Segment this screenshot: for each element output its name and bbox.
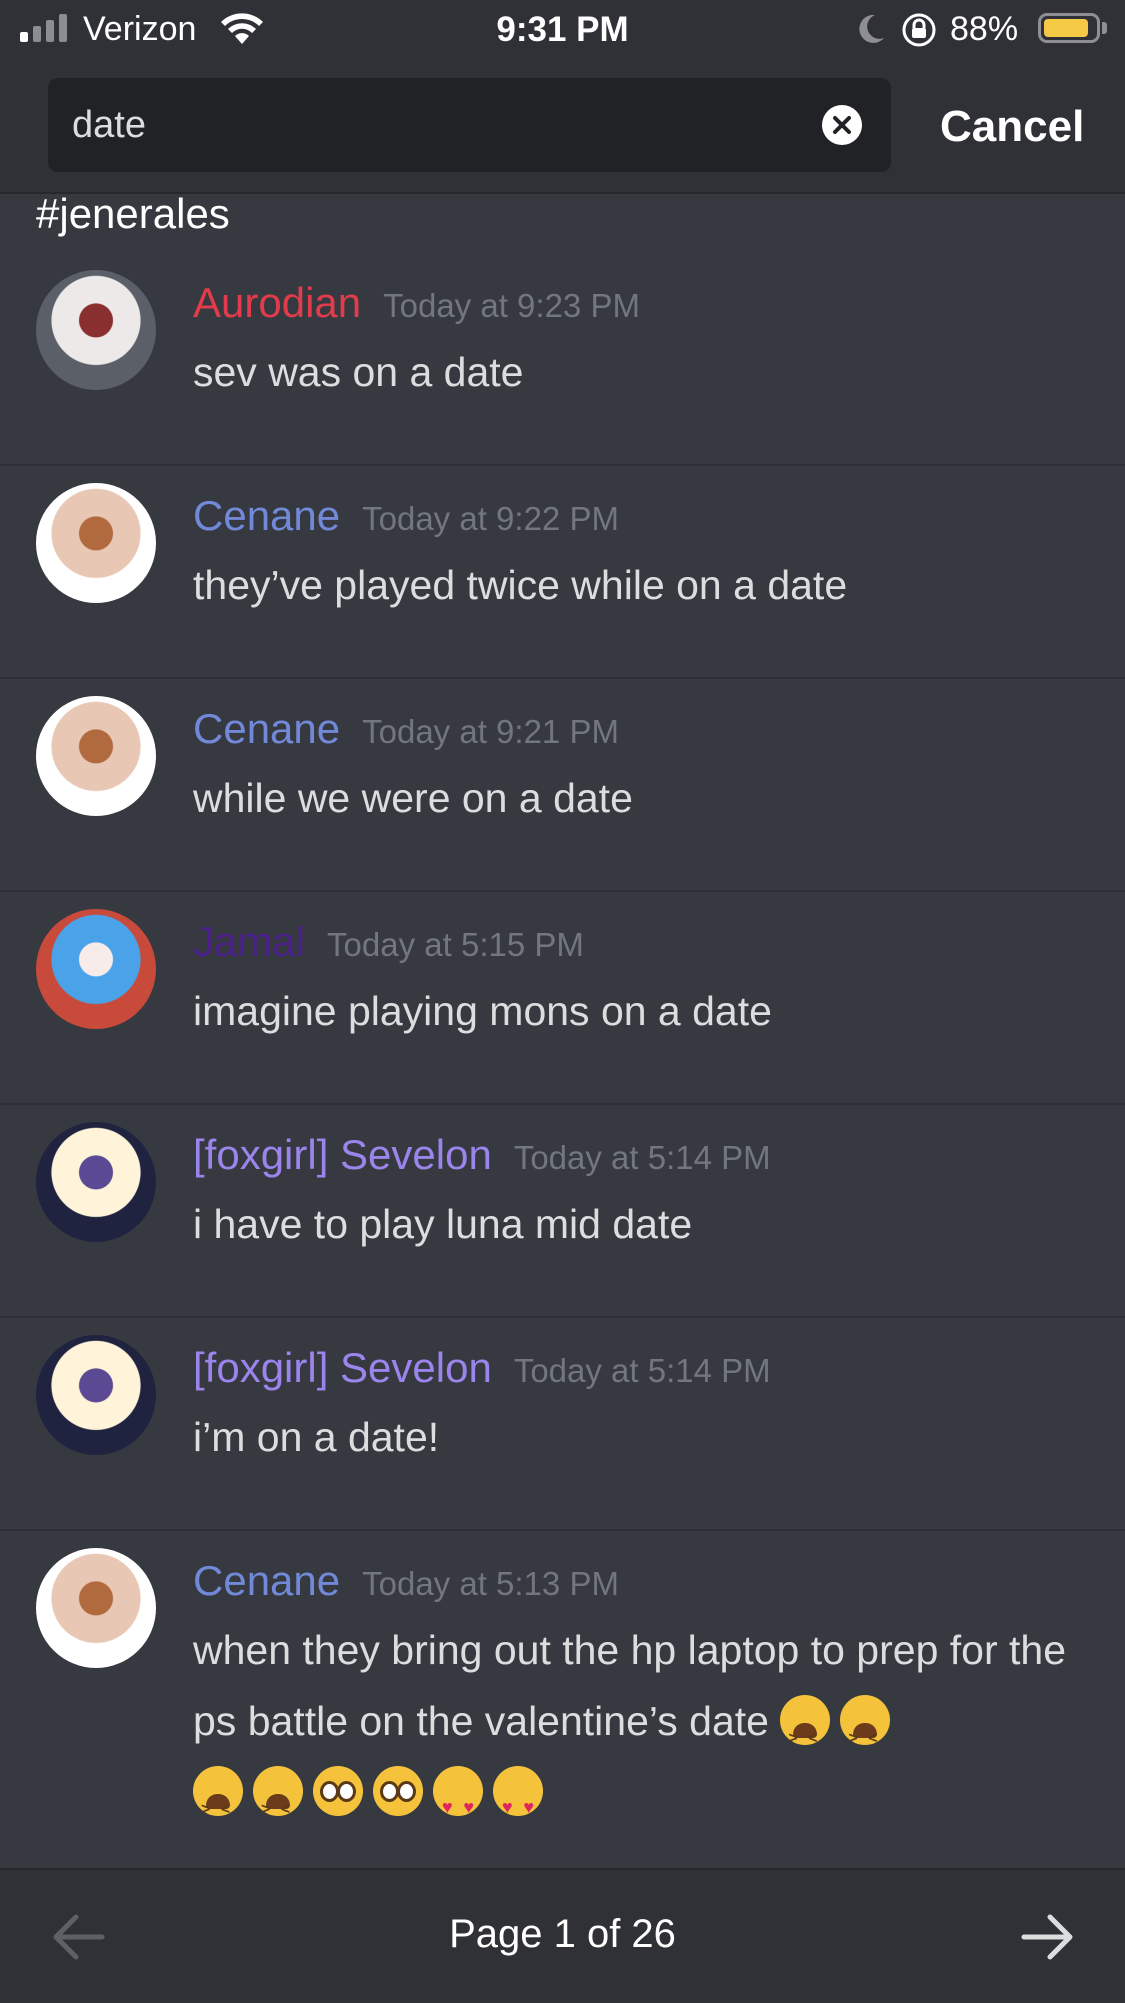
rotation-lock-icon [902,13,936,47]
message-timestamp: Today at 9:23 PM [383,287,640,324]
avatar[interactable] [36,696,156,816]
message-timestamp: Today at 5:13 PM [362,1565,619,1602]
heart-eyes-emoji-icon [493,1766,543,1843]
message-timestamp: Today at 5:15 PM [327,926,584,963]
search-result-item[interactable]: [foxgirl] Sevelon Today at 5:14 PM i have … [0,1105,1125,1318]
message-text: while we were on a date [193,775,633,821]
message-timestamp: Today at 9:22 PM [362,500,619,537]
battery-tip [1102,22,1107,34]
message-content: i have to play luna mid date [193,1189,1093,1260]
close-icon [833,116,851,134]
message-text: when they bring out the hp laptop to pre… [193,1627,1066,1744]
weary-emoji-icon [780,1695,831,1774]
message-text: i have to play luna mid date [193,1201,693,1247]
avatar[interactable] [36,1548,156,1668]
clear-search-button[interactable] [822,105,862,145]
message-header: Jamal Today at 5:15 PM [193,918,584,966]
channel-name: #jenerales [36,190,230,237]
search-result-item[interactable]: [foxgirl] Sevelon Today at 5:14 PM i’m on … [0,1318,1125,1531]
author-name[interactable]: Cenane [193,492,340,539]
author-name[interactable]: Cenane [193,705,340,752]
pleading-emoji-icon [313,1766,363,1816]
message-timestamp: Today at 5:14 PM [513,1352,771,1389]
message-header: Cenane Today at 9:21 PM [193,705,619,753]
arrow-right-icon[interactable] [1020,1912,1076,1962]
avatar[interactable] [36,1335,156,1455]
message-content: sev was on a date [193,337,1093,408]
message-content: i’m on a date! [193,1402,1093,1473]
search-results-list: Aurodian Today at 9:23 PM sev was on a dat… [0,253,1125,1958]
author-name[interactable]: Aurodian [193,279,361,326]
message-text: sev was on a date [193,349,524,395]
search-result-item[interactable]: Jamal Today at 5:15 PM imagine playing mon… [0,892,1125,1105]
message-header: [foxgirl] Sevelon Today at 5:14 PM [193,1131,771,1179]
message-content: when they bring out the hp laptop to pre… [193,1615,1093,1845]
author-name[interactable]: [foxgirl] Sevelon [193,1344,492,1391]
weary-emoji-icon [840,1695,891,1774]
cancel-button[interactable]: Cancel [940,102,1084,152]
message-text: imagine playing mons on a date [193,988,772,1034]
search-result-item[interactable]: Cenane Today at 9:21 PM while we were on a… [0,679,1125,892]
message-text: they’ve played twice while on a date [193,562,848,608]
pleading-emoji-icon [373,1766,423,1816]
search-input[interactable] [72,78,812,172]
moon-icon [859,14,884,43]
status-bar: Verizon 9:31 PM 88% [0,0,1125,62]
avatar[interactable] [36,1122,156,1242]
message-text: i’m on a date! [193,1414,440,1460]
message-header: Cenane Today at 5:13 PM [193,1557,619,1605]
message-header: Aurodian Today at 9:23 PM [193,279,640,327]
weary-emoji-icon [193,1766,243,1845]
search-result-item[interactable]: Cenane Today at 9:22 PM they’ve played twi… [0,466,1125,679]
message-timestamp: Today at 5:14 PM [513,1139,771,1176]
pagination-bar: Page 1 of 26 [0,1868,1125,2003]
message-timestamp: Today at 9:21 PM [362,713,619,750]
search-result-item[interactable]: Aurodian Today at 9:23 PM sev was on a dat… [0,253,1125,466]
search-header: Cancel [0,62,1125,194]
author-name[interactable]: Cenane [193,1557,340,1604]
message-content: while we were on a date [193,763,1093,834]
weary-emoji-icon [253,1766,303,1845]
page-indicator: Page 1 of 26 [449,1912,676,1956]
message-content: imagine playing mons on a date [193,976,1093,1047]
avatar[interactable] [36,270,156,390]
battery-icon [1038,13,1100,43]
heart-eyes-emoji-icon [433,1766,483,1843]
avatar[interactable] [36,909,156,1029]
author-name[interactable]: [foxgirl] Sevelon [193,1131,492,1178]
search-box[interactable] [48,78,891,172]
avatar[interactable] [36,483,156,603]
author-name[interactable]: Jamal [193,918,305,965]
message-header: Cenane Today at 9:22 PM [193,492,619,540]
message-content: they’ve played twice while on a date [193,550,1093,621]
battery-percentage: 88% [950,10,1019,48]
message-header: [foxgirl] Sevelon Today at 5:14 PM [193,1344,771,1392]
